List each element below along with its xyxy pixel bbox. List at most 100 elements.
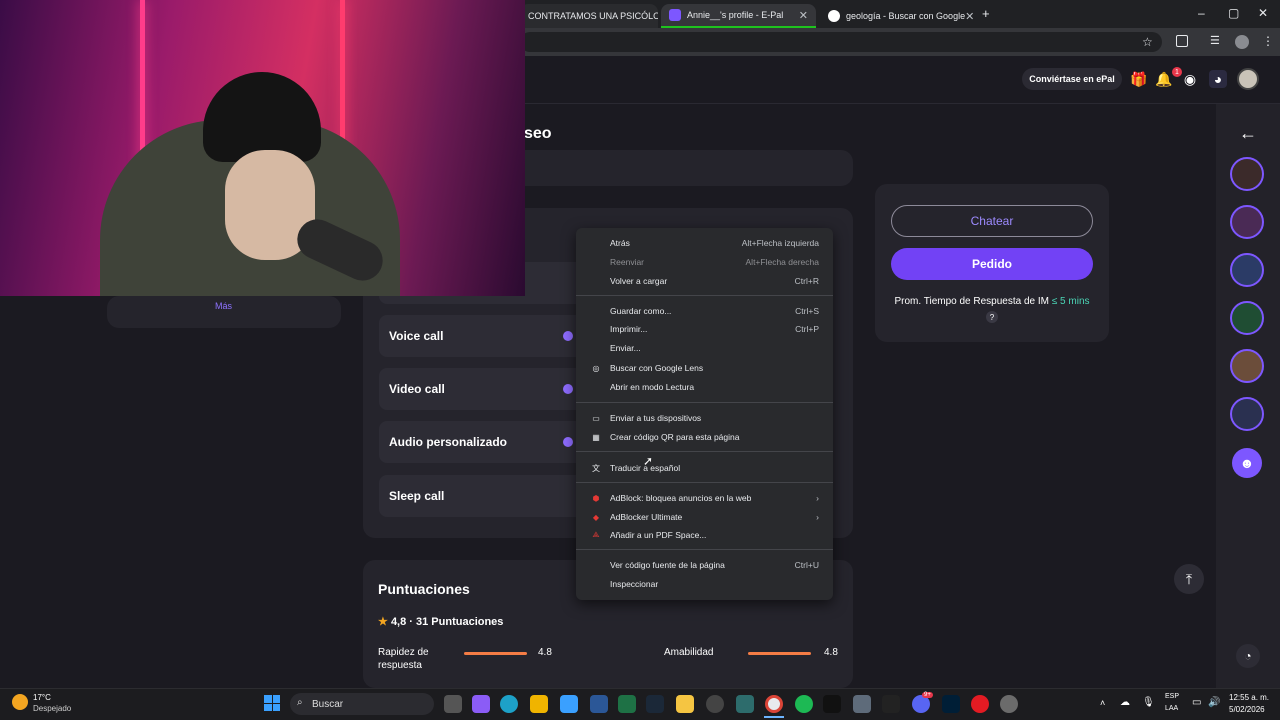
address-bar[interactable]: [520, 32, 1162, 52]
tab-epal-profile[interactable]: Annie__'s profile - E-Pal ✕: [661, 4, 816, 28]
menu-item-send[interactable]: Enviar...: [576, 339, 833, 357]
menu-label: Enviar...: [610, 343, 641, 353]
menu-item-adblocker-ultimate[interactable]: ◆ AdBlocker Ultimate ›: [576, 508, 833, 526]
menu-item-forward[interactable]: Reenviar Alt+Flecha derecha: [576, 253, 833, 271]
menu-item-print[interactable]: Imprimir... Ctrl+P: [576, 320, 833, 338]
rail-avatar[interactable]: [1230, 157, 1264, 191]
profile-avatar[interactable]: [1235, 35, 1249, 49]
cloud-icon[interactable]: ☁: [1120, 697, 1130, 708]
chat-button[interactable]: Chatear: [891, 205, 1093, 237]
epic-games-icon[interactable]: [882, 695, 900, 713]
gift-icon[interactable]: 🎁: [1130, 70, 1148, 88]
mail-icon[interactable]: [560, 695, 578, 713]
microphone-icon[interactable]: 🎙: [1142, 697, 1155, 708]
menu-item-pdf-space[interactable]: ⟁ Añadir a un PDF Space...: [576, 526, 833, 544]
info-icon: [563, 331, 573, 341]
bell-icon[interactable]: 🔔: [1155, 70, 1173, 88]
tab-contratamos[interactable]: CONTRATAMOS UNA PSICÓLOGA ✕: [520, 4, 658, 28]
mascot-icon[interactable]: ◕: [1209, 70, 1227, 88]
settings-icon[interactable]: [853, 695, 871, 713]
menu-item-google-lens[interactable]: ◎ Buscar con Google Lens: [576, 359, 833, 377]
right-rail: [1216, 104, 1280, 688]
menu-item-translate[interactable]: 文 Traducir a español: [576, 459, 833, 477]
new-tab-button[interactable]: +: [982, 6, 990, 21]
tray-chevron-icon[interactable]: ˄: [1100, 698, 1105, 708]
minimize-button[interactable]: –: [1198, 6, 1205, 20]
become-epal-button[interactable]: Conviértase en ePal: [1022, 68, 1122, 90]
copilot-icon[interactable]: [472, 695, 490, 713]
close-icon[interactable]: ✕: [965, 10, 974, 23]
menu-kebab-icon[interactable]: ⋮: [1262, 34, 1274, 48]
menu-item-inspect[interactable]: Inspeccionar: [576, 575, 833, 593]
windows-start-icon[interactable]: [264, 695, 280, 711]
reading-list-icon[interactable]: ☰: [1210, 34, 1220, 47]
menu-separator: [576, 451, 833, 452]
menu-item-send-devices[interactable]: ▭ Enviar a tus dispositivos: [576, 409, 833, 427]
excel-icon[interactable]: [618, 695, 636, 713]
maximize-button[interactable]: ▢: [1228, 6, 1239, 20]
bookmark-star-icon[interactable]: ☆: [1142, 35, 1153, 49]
epal-icon: [669, 9, 681, 21]
chrome-icon[interactable]: [765, 695, 783, 713]
record-icon[interactable]: [971, 695, 989, 713]
back-arrow-icon[interactable]: ←: [1236, 122, 1260, 144]
weather-icon[interactable]: [12, 694, 28, 710]
rating-label: Amabilidad: [664, 647, 714, 658]
menu-item-reload[interactable]: Volver a cargar Ctrl+R: [576, 272, 833, 290]
menu-separator: [576, 482, 833, 483]
lens-icon: ◎: [592, 363, 600, 373]
search-icon: ⌕: [297, 697, 303, 708]
edge-icon[interactable]: [500, 695, 518, 713]
pdf-icon: ⟁: [592, 530, 600, 539]
spotify-icon[interactable]: [795, 695, 813, 713]
menu-item-view-source[interactable]: Ver código fuente de la página Ctrl+U: [576, 556, 833, 574]
menu-item-back[interactable]: Atrás Alt+Flecha izquierda: [576, 234, 833, 252]
close-icon[interactable]: ✕: [799, 9, 808, 22]
folder-icon[interactable]: [676, 695, 694, 713]
scroll-top-icon[interactable]: ⤒: [1174, 564, 1204, 594]
clock-time[interactable]: 12:55 a. m.: [1229, 693, 1269, 702]
cap: [203, 72, 321, 162]
media-player-icon[interactable]: [1000, 695, 1018, 713]
qr-icon: ▦: [592, 432, 600, 442]
menu-separator: [576, 402, 833, 403]
clock-date[interactable]: 5/02/2026: [1229, 705, 1265, 714]
github-icon[interactable]: [706, 695, 724, 713]
extensions-icon[interactable]: [1176, 35, 1188, 47]
rail-avatar[interactable]: [1230, 349, 1264, 383]
lang-bottom[interactable]: LAA: [1165, 705, 1178, 712]
task-view-icon[interactable]: [444, 695, 462, 713]
more-link[interactable]: Más: [215, 301, 232, 311]
lang-top[interactable]: ESP: [1165, 693, 1179, 700]
menu-item-reading-mode[interactable]: Abrir en modo Lectura: [576, 378, 833, 396]
taskbar-search[interactable]: ⌕ Buscar: [290, 693, 434, 715]
adblock-icon: ⬢: [592, 493, 600, 503]
mascot-icon[interactable]: ☻: [1232, 448, 1262, 478]
tiktok-icon[interactable]: [823, 695, 841, 713]
discord-icon[interactable]: ◉: [1181, 70, 1199, 88]
menu-item-qr-code[interactable]: ▦ Crear código QR para esta página: [576, 428, 833, 446]
weather-temp: 17°C: [33, 693, 51, 702]
close-window-button[interactable]: ✕: [1258, 6, 1268, 20]
tab-google-search[interactable]: geología - Buscar con Google ✕: [820, 4, 974, 28]
discord-badge: 9+: [922, 692, 933, 698]
rail-avatar[interactable]: [1230, 253, 1264, 287]
rail-avatar[interactable]: [1230, 205, 1264, 239]
speaker-icon[interactable]: 🔊: [1208, 697, 1220, 708]
word-icon[interactable]: [590, 695, 608, 713]
steam-icon[interactable]: [646, 695, 664, 713]
star-icon: ★: [378, 616, 388, 628]
menu-item-adblock[interactable]: ⬢ AdBlock: bloquea anuncios en la web ›: [576, 489, 833, 507]
app-icon[interactable]: [736, 695, 754, 713]
order-button[interactable]: Pedido: [891, 248, 1093, 280]
rail-avatar[interactable]: [1230, 397, 1264, 431]
rail-avatar[interactable]: [1230, 301, 1264, 335]
help-icon[interactable]: ?: [986, 311, 998, 323]
user-avatar[interactable]: [1237, 68, 1259, 90]
support-icon[interactable]: ◔: [1236, 644, 1260, 668]
monitor-icon[interactable]: ▭: [1192, 697, 1201, 708]
menu-shortcut: Alt+Flecha izquierda: [741, 238, 819, 248]
photoshop-icon[interactable]: [942, 695, 960, 713]
menu-item-save-as[interactable]: Guardar como... Ctrl+S: [576, 302, 833, 320]
store-icon[interactable]: [530, 695, 548, 713]
